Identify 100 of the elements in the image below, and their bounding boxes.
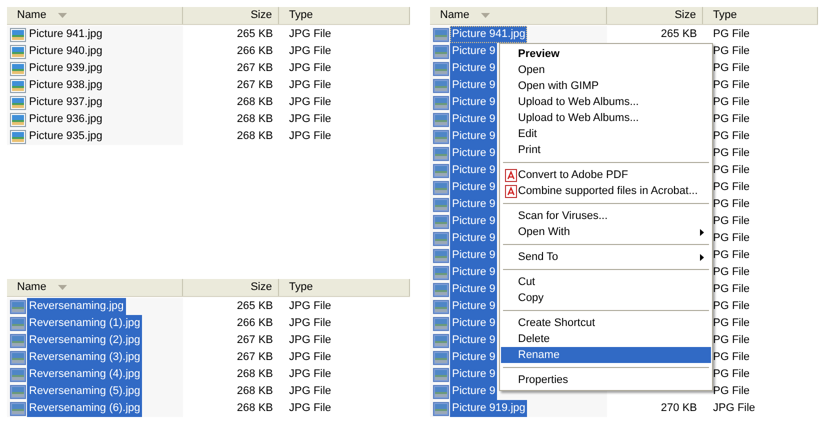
menu-item[interactable]: Print [501,142,711,158]
image-file-icon [433,96,449,110]
file-type: JPG File [289,130,332,142]
menu-item[interactable]: Copy [501,290,711,306]
file-name[interactable]: Picture 9 [450,281,498,298]
column-header[interactable]: Name [7,279,183,296]
file-name[interactable]: Reversenaming (6).jpg [27,400,142,417]
column-header[interactable]: Name [7,7,183,24]
menu-item[interactable]: Cut [501,274,711,290]
file-name[interactable]: Picture 9 [450,162,498,179]
column-header[interactable]: Type [279,279,410,296]
file-type: JPG File [289,402,332,414]
image-file-icon [433,198,449,212]
file-name[interactable]: Reversenaming (5).jpg [27,383,142,400]
menu-item[interactable]: Combine supported files in Acrobat... [501,183,711,199]
file-size: 268 KB [236,112,273,128]
file-type: JPG File [289,96,332,108]
file-type: JPG File [289,334,332,346]
file-name[interactable]: Picture 9 [450,94,498,111]
file-type: JPG File [289,351,332,364]
column-header[interactable]: Size [183,279,279,296]
image-file-icon [433,384,449,398]
file-type: JPG File [289,28,332,40]
file-type: JPG File [289,79,332,92]
file-size: 267 KB [236,350,273,366]
file-type: PG File [713,198,750,210]
file-size: 266 KB [236,316,273,332]
file-type: PG File [713,113,750,126]
menu-item[interactable]: Scan for Viruses... [501,208,711,224]
file-name[interactable]: Picture 9 [450,111,498,128]
file-name[interactable]: Picture 9 [450,298,498,315]
column-header[interactable]: Type [703,7,818,24]
file-type: JPG File [289,45,332,58]
menu-item[interactable]: Send To [501,249,711,265]
file-name[interactable]: Reversenaming.jpg [27,298,126,315]
menu-item[interactable]: Preview [501,46,711,62]
column-header[interactable]: Size [607,7,703,24]
file-name[interactable]: Picture 9 [450,332,498,349]
menu-item[interactable]: Convert to Adobe PDF [501,167,711,183]
submenu-arrow-icon [700,254,704,260]
menu-item[interactable]: Open [501,62,711,78]
file-name[interactable]: Picture 9 [450,264,498,281]
image-file-icon [433,78,449,92]
menu-item[interactable]: Open With [501,224,711,240]
file-size: 268 KB [236,401,273,416]
submenu-arrow-icon [700,228,704,236]
column-header[interactable]: Size [183,7,279,24]
file-name[interactable]: Picture 941.jpg [450,26,528,43]
image-file-icon [10,350,26,364]
file-size: 268 KB [236,129,273,144]
file-type: JPG File [289,113,332,126]
file-name[interactable]: Reversenaming (4).jpg [27,366,142,383]
image-file-icon [433,334,449,348]
file-name[interactable]: Picture 9 [450,77,498,94]
image-file-icon [433,266,449,280]
menu-item[interactable]: Create Shortcut [501,315,711,331]
image-file-icon [433,146,449,160]
file-size: 267 KB [236,78,273,94]
file-name[interactable]: Picture 9 [450,213,498,230]
file-name[interactable]: Picture 9 [450,383,498,400]
file-name[interactable]: Picture 9 [450,196,498,213]
image-file-icon [10,402,26,416]
file-name[interactable]: Picture 9 [450,230,498,247]
file-type: PG File [713,181,750,194]
image-file-icon [10,316,26,330]
file-name[interactable]: Reversenaming (1).jpg [27,315,142,332]
menu-item[interactable]: Upload to Web Albums... [501,110,711,126]
file-name[interactable]: Picture 9 [450,128,498,145]
file-type: PG File [713,45,750,58]
file-type: PG File [713,249,750,262]
file-type: PG File [713,368,750,380]
menu-item[interactable]: Upload to Web Albums... [501,94,711,110]
image-file-icon [10,300,26,314]
file-name[interactable]: Picture 9 [450,179,498,196]
file-type: JPG File [713,402,756,414]
column-header[interactable]: Name [430,7,607,24]
file-size: 268 KB [236,384,273,400]
file-name[interactable]: Picture 9 [450,145,498,162]
file-size: 265 KB [236,299,273,314]
file-name[interactable]: Picture 9 [450,349,498,366]
file-name[interactable]: Picture 9 [450,60,498,77]
menu-item[interactable]: Edit [501,126,711,142]
file-name[interactable]: Picture 9 [450,43,498,60]
file-name[interactable]: Picture 9 [450,366,498,383]
column-header[interactable]: Type [279,7,410,24]
image-file-icon [10,368,26,382]
menu-item[interactable]: Properties [501,372,711,388]
file-name[interactable]: Picture 9 [450,247,498,264]
pdf-document-icon [504,184,516,198]
file-name[interactable]: Picture 919.jpg [450,400,528,417]
image-file-icon [433,112,449,126]
menu-item[interactable]: Open with GIMP [501,78,711,94]
file-name[interactable]: Reversenaming (3).jpg [27,349,142,366]
file-type: JPG File [289,368,332,380]
image-file-icon [433,164,449,178]
file-name[interactable]: Picture 9 [450,315,498,332]
file-name[interactable]: Reversenaming (2).jpg [27,332,142,349]
menu-item[interactable]: Rename [501,347,711,363]
menu-item[interactable]: Delete [501,331,711,347]
image-file-icon [433,248,449,262]
